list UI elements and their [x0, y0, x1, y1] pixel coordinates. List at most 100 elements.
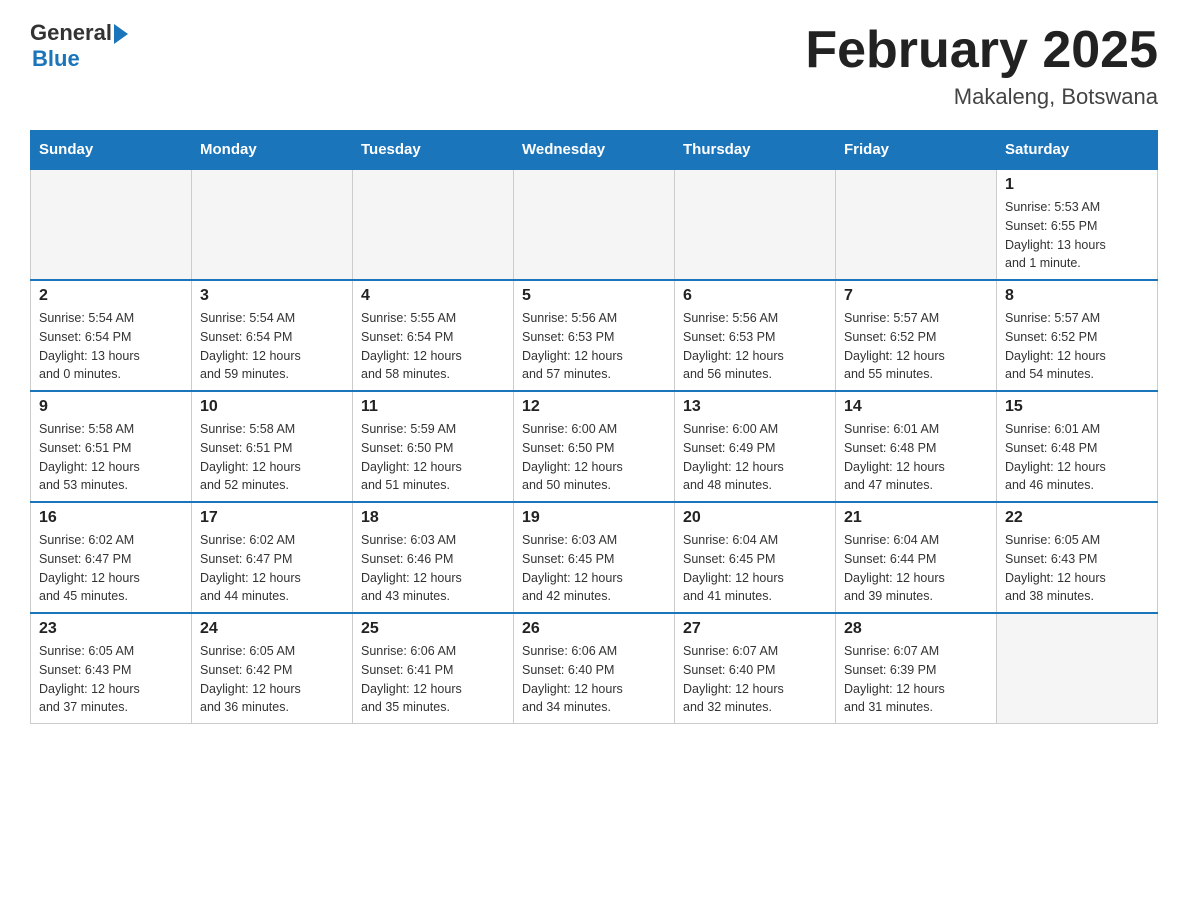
calendar-cell: 25Sunrise: 6:06 AM Sunset: 6:41 PM Dayli… — [353, 613, 514, 724]
day-info: Sunrise: 6:03 AM Sunset: 6:46 PM Dayligh… — [361, 531, 505, 606]
day-number: 12 — [522, 398, 666, 416]
day-header-sunday: Sunday — [31, 131, 192, 170]
day-number: 10 — [200, 398, 344, 416]
page-header: General Blue February 2025 Makaleng, Bot… — [30, 20, 1158, 110]
calendar-cell — [675, 169, 836, 280]
day-info: Sunrise: 6:05 AM Sunset: 6:43 PM Dayligh… — [1005, 531, 1149, 606]
calendar-cell — [514, 169, 675, 280]
calendar-cell: 20 Sunrise: 6:04 AM Sunset: 6:45 PM Dayli… — [675, 502, 836, 613]
calendar-cell: 26 Sunrise: 6:06 AM Sunset: 6:40 PM Dayli… — [514, 613, 675, 724]
calendar-cell: 2 Sunrise: 5:54 AM Sunset: 6:54 PM Daylig… — [31, 280, 192, 391]
day-info: Sunrise: 5:54 AM Sunset: 6:54 PM Dayligh… — [39, 309, 183, 384]
calendar-cell: 11 Sunrise: 5:59 AM Sunset: 6:50 PM Dayli… — [353, 391, 514, 502]
day-number: 15 — [1005, 398, 1149, 416]
calendar-cell: 18 Sunrise: 6:03 AM Sunset: 6:46 PM Dayli… — [353, 502, 514, 613]
day-number: 5 — [522, 287, 666, 305]
logo: General Blue — [30, 20, 128, 72]
week-row-4: 16 Sunrise: 6:02 AM Sunset: 6:47 PM Dayli… — [31, 502, 1158, 613]
day-number: 9 — [39, 398, 183, 416]
day-number: 26 — [522, 620, 666, 638]
calendar-cell: 7 Sunrise: 5:57 AM Sunset: 6:52 PM Daylig… — [836, 280, 997, 391]
day-info: Sunrise: 6:04 AM Sunset: 6:45 PM Dayligh… — [683, 531, 827, 606]
calendar-cell: 1 Sunrise: 5:53 AM Sunset: 6:55 PM Daylig… — [997, 169, 1158, 280]
day-info: Sunrise: 5:56 AM Sunset: 6:53 PM Dayligh… — [522, 309, 666, 384]
calendar-cell: 24 Sunrise: 6:05 AM Sunset: 6:42 PM Dayli… — [192, 613, 353, 724]
day-header-monday: Monday — [192, 131, 353, 170]
day-info: Sunrise: 6:02 AM Sunset: 6:47 PM Dayligh… — [39, 531, 183, 606]
calendar-cell: 5 Sunrise: 5:56 AM Sunset: 6:53 PM Daylig… — [514, 280, 675, 391]
day-number: 20 — [683, 509, 827, 527]
week-row-5: 23Sunrise: 6:05 AM Sunset: 6:43 PM Dayli… — [31, 613, 1158, 724]
day-header-saturday: Saturday — [997, 131, 1158, 170]
day-info: Sunrise: 5:58 AM Sunset: 6:51 PM Dayligh… — [200, 420, 344, 495]
day-number: 2 — [39, 287, 183, 305]
calendar-title: February 2025 — [805, 20, 1158, 80]
day-info: Sunrise: 6:07 AM Sunset: 6:39 PM Dayligh… — [844, 642, 988, 717]
day-info: Sunrise: 6:06 AM Sunset: 6:40 PM Dayligh… — [522, 642, 666, 717]
calendar-cell: 6 Sunrise: 5:56 AM Sunset: 6:53 PM Daylig… — [675, 280, 836, 391]
calendar-cell: 27 Sunrise: 6:07 AM Sunset: 6:40 PM Dayli… — [675, 613, 836, 724]
day-number: 17 — [200, 509, 344, 527]
day-info: Sunrise: 6:03 AM Sunset: 6:45 PM Dayligh… — [522, 531, 666, 606]
week-row-2: 2 Sunrise: 5:54 AM Sunset: 6:54 PM Daylig… — [31, 280, 1158, 391]
day-info: Sunrise: 6:02 AM Sunset: 6:47 PM Dayligh… — [200, 531, 344, 606]
day-header-wednesday: Wednesday — [514, 131, 675, 170]
day-number: 6 — [683, 287, 827, 305]
day-number: 11 — [361, 398, 505, 416]
day-info: Sunrise: 6:05 AM Sunset: 6:43 PM Dayligh… — [39, 642, 183, 717]
day-info: Sunrise: 5:53 AM Sunset: 6:55 PM Dayligh… — [1005, 198, 1149, 273]
calendar-cell: 22 Sunrise: 6:05 AM Sunset: 6:43 PM Dayli… — [997, 502, 1158, 613]
day-number: 4 — [361, 287, 505, 305]
calendar-cell — [353, 169, 514, 280]
day-number: 3 — [200, 287, 344, 305]
day-number: 22 — [1005, 509, 1149, 527]
logo-arrow-icon — [114, 24, 128, 44]
calendar-cell: 19 Sunrise: 6:03 AM Sunset: 6:45 PM Dayli… — [514, 502, 675, 613]
day-info: Sunrise: 5:57 AM Sunset: 6:52 PM Dayligh… — [844, 309, 988, 384]
day-number: 24 — [200, 620, 344, 638]
day-info: Sunrise: 5:55 AM Sunset: 6:54 PM Dayligh… — [361, 309, 505, 384]
calendar-cell: 4 Sunrise: 5:55 AM Sunset: 6:54 PM Daylig… — [353, 280, 514, 391]
calendar-cell: 16 Sunrise: 6:02 AM Sunset: 6:47 PM Dayli… — [31, 502, 192, 613]
day-header-tuesday: Tuesday — [353, 131, 514, 170]
day-number: 18 — [361, 509, 505, 527]
day-number: 7 — [844, 287, 988, 305]
calendar-cell: 14Sunrise: 6:01 AM Sunset: 6:48 PM Dayli… — [836, 391, 997, 502]
calendar-cell: 10 Sunrise: 5:58 AM Sunset: 6:51 PM Dayli… — [192, 391, 353, 502]
day-number: 27 — [683, 620, 827, 638]
day-number: 28 — [844, 620, 988, 638]
calendar-cell: 8 Sunrise: 5:57 AM Sunset: 6:52 PM Daylig… — [997, 280, 1158, 391]
day-number: 16 — [39, 509, 183, 527]
day-number: 25 — [361, 620, 505, 638]
calendar-cell: 21 Sunrise: 6:04 AM Sunset: 6:44 PM Dayli… — [836, 502, 997, 613]
day-info: Sunrise: 6:04 AM Sunset: 6:44 PM Dayligh… — [844, 531, 988, 606]
calendar-cell: 23Sunrise: 6:05 AM Sunset: 6:43 PM Dayli… — [31, 613, 192, 724]
day-number: 19 — [522, 509, 666, 527]
calendar-table: SundayMondayTuesdayWednesdayThursdayFrid… — [30, 130, 1158, 724]
calendar-cell: 28 Sunrise: 6:07 AM Sunset: 6:39 PM Dayli… — [836, 613, 997, 724]
day-info: Sunrise: 5:54 AM Sunset: 6:54 PM Dayligh… — [200, 309, 344, 384]
day-number: 13 — [683, 398, 827, 416]
calendar-cell: 15Sunrise: 6:01 AM Sunset: 6:48 PM Dayli… — [997, 391, 1158, 502]
day-info: Sunrise: 6:05 AM Sunset: 6:42 PM Dayligh… — [200, 642, 344, 717]
day-info: Sunrise: 5:59 AM Sunset: 6:50 PM Dayligh… — [361, 420, 505, 495]
week-row-1: 1 Sunrise: 5:53 AM Sunset: 6:55 PM Daylig… — [31, 169, 1158, 280]
day-number: 1 — [1005, 176, 1149, 194]
calendar-cell: 9Sunrise: 5:58 AM Sunset: 6:51 PM Daylig… — [31, 391, 192, 502]
calendar-cell: 12Sunrise: 6:00 AM Sunset: 6:50 PM Dayli… — [514, 391, 675, 502]
calendar-cell: 17 Sunrise: 6:02 AM Sunset: 6:47 PM Dayli… — [192, 502, 353, 613]
day-header-friday: Friday — [836, 131, 997, 170]
calendar-cell: 3 Sunrise: 5:54 AM Sunset: 6:54 PM Daylig… — [192, 280, 353, 391]
day-info: Sunrise: 6:07 AM Sunset: 6:40 PM Dayligh… — [683, 642, 827, 717]
day-header-thursday: Thursday — [675, 131, 836, 170]
day-number: 8 — [1005, 287, 1149, 305]
calendar-header-row: SundayMondayTuesdayWednesdayThursdayFrid… — [31, 131, 1158, 170]
title-block: February 2025 Makaleng, Botswana — [805, 20, 1158, 110]
day-number: 21 — [844, 509, 988, 527]
calendar-cell — [836, 169, 997, 280]
day-info: Sunrise: 5:57 AM Sunset: 6:52 PM Dayligh… — [1005, 309, 1149, 384]
day-info: Sunrise: 6:00 AM Sunset: 6:49 PM Dayligh… — [683, 420, 827, 495]
week-row-3: 9 Sunrise: 5:58 AM Sunset: 6:51 PM Daylig… — [31, 391, 1158, 502]
day-info: Sunrise: 5:56 AM Sunset: 6:53 PM Dayligh… — [683, 309, 827, 384]
logo-blue-text: Blue — [32, 46, 80, 72]
